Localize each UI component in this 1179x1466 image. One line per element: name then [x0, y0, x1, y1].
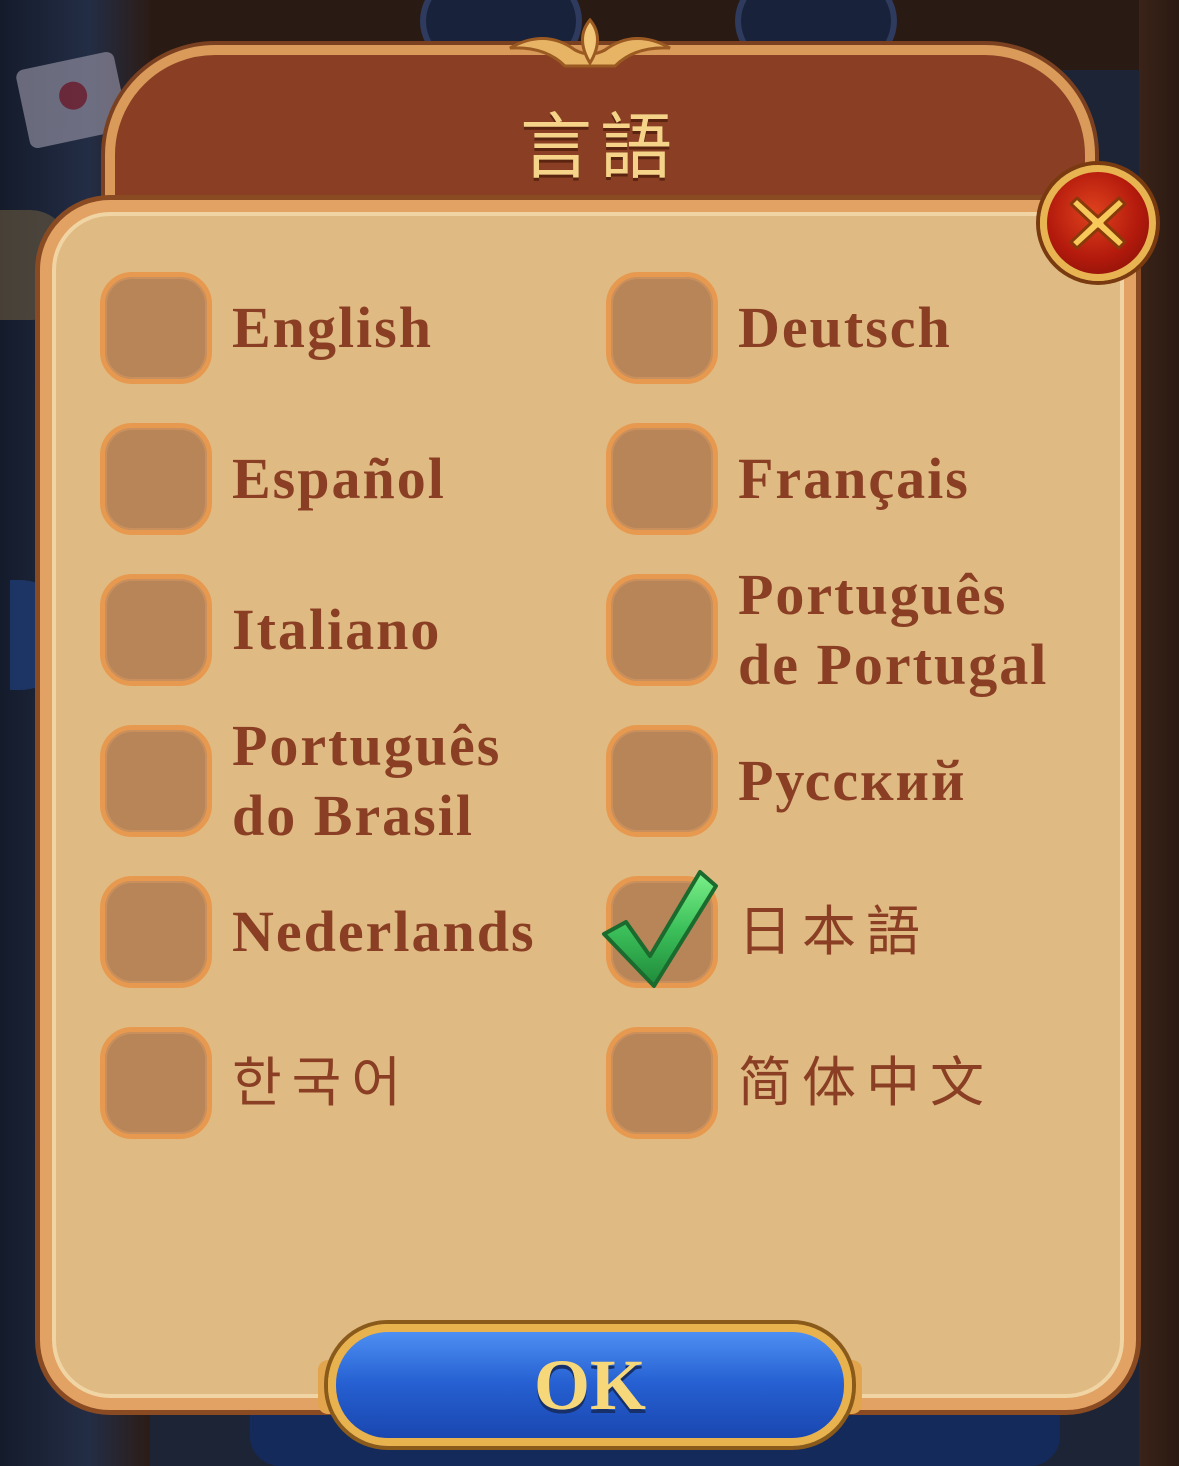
language-option-portugues-brasil[interactable]: Português do Brasil [100, 713, 560, 848]
crown-ornament-icon [509, 18, 671, 68]
language-option-espanol[interactable]: Español [100, 423, 560, 535]
checkbox[interactable] [100, 574, 212, 686]
checkbox[interactable] [606, 423, 718, 535]
dialog-title: 言語 [519, 105, 680, 189]
language-label: Nederlands [232, 899, 536, 964]
language-label: English [232, 295, 433, 360]
checkmark-icon [602, 870, 718, 988]
language-option-japanese[interactable]: 日本語 [602, 870, 1066, 988]
checkbox[interactable] [100, 272, 212, 384]
language-option-italiano[interactable]: Italiano [100, 574, 560, 686]
language-label: Español [232, 446, 446, 511]
checkbox[interactable] [100, 876, 212, 988]
language-option-portugues-portugal[interactable]: Português de Portugal [606, 562, 1066, 697]
language-label-line1: Português [738, 562, 1008, 627]
language-label-line2: do Brasil [232, 783, 474, 848]
language-option-deutsch[interactable]: Deutsch [606, 272, 1066, 384]
language-label: Русский [738, 748, 967, 813]
ok-button-label: OK [533, 1344, 646, 1425]
language-option-francais[interactable]: Français [606, 423, 1066, 535]
checkbox[interactable] [606, 725, 718, 837]
language-label: Deutsch [738, 295, 952, 360]
language-option-chinese[interactable]: 简体中文 [606, 1027, 1066, 1139]
language-label: 한국어 [232, 1051, 412, 1114]
checkbox[interactable] [606, 272, 718, 384]
language-option-nederlands[interactable]: Nederlands [100, 876, 580, 988]
language-option-russian[interactable]: Русский [606, 725, 1066, 837]
close-button[interactable] [1040, 165, 1156, 281]
checkbox[interactable] [100, 423, 212, 535]
ok-button[interactable]: OK [328, 1324, 852, 1446]
language-label: Italiano [232, 597, 442, 662]
close-icon [1069, 196, 1127, 250]
language-label: 日本語 [738, 900, 930, 963]
checkbox[interactable] [606, 574, 718, 686]
checkbox[interactable] [606, 1027, 718, 1139]
language-label: Português do Brasil [232, 713, 501, 848]
language-label: Português de Portugal [738, 562, 1048, 697]
language-option-english[interactable]: English [100, 272, 560, 384]
language-label: 简体中文 [738, 1051, 994, 1114]
checkbox[interactable] [100, 1027, 212, 1139]
language-option-korean[interactable]: 한국어 [100, 1027, 560, 1139]
language-label: Français [738, 446, 970, 511]
checkbox[interactable] [100, 725, 212, 837]
language-label-line2: de Portugal [738, 632, 1049, 697]
language-label-line1: Português [232, 713, 502, 778]
